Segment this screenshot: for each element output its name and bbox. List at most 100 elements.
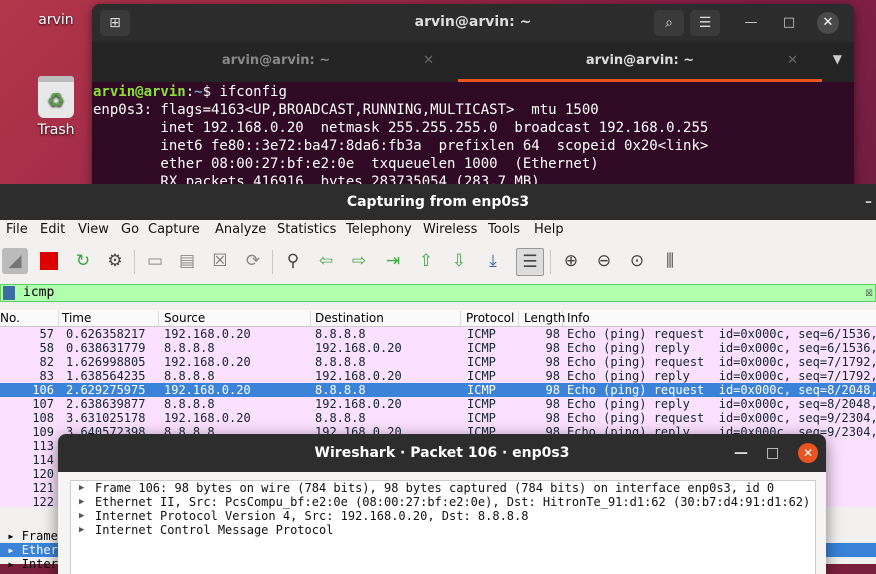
terminal-output[interactable]: arvin@arvin:~$ ifconfig enp0s3: flags=41… bbox=[92, 82, 854, 191]
packet-row[interactable]: 83 1.638564235 8.8.8.8 192.168.0.20 ICMP 98 Ec… bbox=[0, 369, 876, 383]
last-packet-icon[interactable]: ⇩ bbox=[446, 248, 472, 274]
expand-arrow-icon[interactable]: ▶ bbox=[79, 481, 84, 495]
column-info[interactable]: Info bbox=[567, 311, 867, 326]
tab-close-icon[interactable]: ✕ bbox=[423, 42, 434, 80]
close-icon[interactable]: ✕ bbox=[817, 12, 839, 34]
packet-row[interactable]: 82 1.626998805 192.168.0.20 8.8.8.8 ICMP 98 Ec… bbox=[0, 355, 876, 369]
packet-row[interactable]: 57 0.626358217 192.168.0.20 8.8.8.8 ICMP 98 Ec… bbox=[0, 327, 876, 341]
menu-file[interactable]: File bbox=[6, 222, 28, 237]
menu-bar: File Edit View Go Capture Analyze Statis… bbox=[0, 220, 876, 242]
menu-analyze[interactable]: Analyze bbox=[215, 222, 266, 237]
go-back-arrow-icon[interactable]: ⇦ bbox=[313, 248, 339, 274]
go-to-packet-icon[interactable]: ⇥ bbox=[380, 248, 406, 274]
column-time[interactable]: Time bbox=[62, 311, 159, 326]
packet-no: 109 bbox=[32, 425, 54, 439]
home-folder-icon[interactable]: arvin bbox=[16, 12, 96, 28]
terminal-titlebar: ⊞ arvin@arvin: ~ ⌕ ☰ — □ ✕ bbox=[92, 4, 854, 42]
menu-capture[interactable]: Capture bbox=[148, 222, 200, 237]
display-filter-bar[interactable]: icmp ☒ bbox=[0, 284, 876, 302]
colorize-list-icon[interactable]: ☰ bbox=[516, 248, 544, 276]
menu-telephony[interactable]: Telephony bbox=[346, 222, 412, 237]
tree-row-ethernet[interactable]: ▶ Ethernet II, Src: PcsCompu_bf:e2:0e (08… bbox=[71, 495, 815, 509]
save-file-icon[interactable]: ▤ bbox=[174, 248, 200, 274]
minimize-icon[interactable]: – bbox=[865, 184, 872, 220]
column-source[interactable]: Source bbox=[164, 311, 311, 326]
terminal-tab-1[interactable]: arvin@arvin: ~ ✕ bbox=[94, 42, 458, 80]
packet-dialog[interactable]: Wireshark · Packet 106 · enp0s3 — □ ✕ ▶ F… bbox=[58, 434, 826, 574]
maximize-icon[interactable]: □ bbox=[766, 434, 779, 472]
packet-row[interactable]: 107 2.638639877 8.8.8.8 192.168.0.20 ICMP 98 E… bbox=[0, 397, 876, 411]
terminal-tab-2[interactable]: arvin@arvin: ~ ✕ bbox=[458, 42, 822, 82]
packet-detail-tree[interactable]: ▶ Frame 106: 98 bytes on wire (784 bits),… bbox=[70, 480, 816, 574]
zoom-in-icon[interactable]: ⊕ bbox=[558, 248, 584, 274]
packet-len: 98 bbox=[545, 383, 560, 397]
terminal-window[interactable]: ⊞ arvin@arvin: ~ ⌕ ☰ — □ ✕ arvin@arvin: … bbox=[92, 4, 854, 204]
column-no[interactable]: No. bbox=[0, 311, 59, 326]
detail-row[interactable]: ▸ Inter bbox=[0, 557, 58, 571]
reload-file-icon[interactable]: ⟳ bbox=[240, 248, 266, 274]
packet-row[interactable]: 58 0.638631779 8.8.8.8 192.168.0.20 ICMP 98 Ec… bbox=[0, 341, 876, 355]
menu-edit[interactable]: Edit bbox=[40, 222, 65, 237]
detail-row[interactable]: ▸ Frame bbox=[0, 529, 58, 543]
packet-info: Echo (ping) reply id=0x000c, seq=7/1792, bbox=[567, 369, 876, 383]
packet-proto: ICMP bbox=[467, 411, 496, 425]
menu-help[interactable]: Help bbox=[534, 222, 564, 237]
menu-wireless[interactable]: Wireless bbox=[423, 222, 477, 237]
close-icon[interactable]: ✕ bbox=[798, 443, 818, 463]
normal-size-icon[interactable]: ⊙ bbox=[624, 248, 650, 274]
column-length[interactable]: Length bbox=[524, 311, 565, 326]
capture-options-gear-icon[interactable]: ⚙ bbox=[102, 248, 128, 274]
expand-arrow-icon[interactable]: ▶ bbox=[79, 509, 84, 523]
clear-filter-icon[interactable]: ☒ bbox=[865, 285, 873, 301]
autoscroll-icon[interactable]: ⤓ bbox=[480, 248, 506, 274]
packet-dst: 8.8.8.8 bbox=[315, 327, 366, 341]
zoom-out-icon[interactable]: ⊖ bbox=[591, 248, 617, 274]
expand-arrow-icon[interactable]: ▶ bbox=[79, 523, 84, 537]
tree-row-text: Internet Control Message Protocol bbox=[95, 523, 334, 537]
packet-proto: ICMP bbox=[467, 355, 496, 369]
tab-close-icon[interactable]: ✕ bbox=[787, 42, 798, 80]
display-filter-input[interactable]: icmp bbox=[23, 285, 54, 301]
menu-tools[interactable]: Tools bbox=[488, 222, 520, 237]
wireshark-titlebar: Capturing from enp0s3 – bbox=[0, 184, 876, 220]
packet-time: 1.626998805 bbox=[66, 355, 146, 369]
first-packet-icon[interactable]: ⇧ bbox=[413, 248, 439, 274]
restart-capture-icon[interactable]: ↻ bbox=[70, 248, 96, 274]
menu-statistics[interactable]: Statistics bbox=[277, 222, 336, 237]
tab-list-chevron-down-icon[interactable]: ▼ bbox=[833, 52, 842, 66]
open-file-icon[interactable]: ▭ bbox=[142, 248, 168, 274]
packet-info: Echo (ping) request id=0x000c, seq=9/230… bbox=[567, 411, 876, 425]
packet-proto: ICMP bbox=[467, 383, 496, 397]
packet-src: 192.168.0.20 bbox=[164, 383, 251, 397]
find-packet-search-icon[interactable]: ⚲ bbox=[280, 248, 306, 274]
bookmark-icon[interactable] bbox=[3, 286, 15, 300]
tree-row-icmp[interactable]: ▶ Internet Control Message Protocol bbox=[71, 523, 815, 537]
packet-row[interactable]: 108 3.631025178 192.168.0.20 8.8.8.8 ICMP 98 E… bbox=[0, 411, 876, 425]
column-protocol[interactable]: Protocol bbox=[466, 311, 519, 326]
resize-columns-icon[interactable]: ⫼ bbox=[657, 248, 683, 274]
menu-go[interactable]: Go bbox=[121, 222, 139, 237]
expand-arrow-icon[interactable]: ▶ bbox=[79, 495, 84, 509]
column-destination[interactable]: Destination bbox=[315, 311, 461, 326]
packet-no: 114 bbox=[32, 453, 54, 467]
tree-row-frame[interactable]: ▶ Frame 106: 98 bytes on wire (784 bits),… bbox=[71, 481, 815, 495]
minimize-icon[interactable]: — bbox=[740, 12, 762, 34]
packet-no: 58 bbox=[39, 341, 54, 355]
menu-view[interactable]: View bbox=[78, 222, 109, 237]
maximize-icon[interactable]: □ bbox=[778, 12, 800, 34]
prompt-separator: : bbox=[185, 84, 195, 100]
tree-row-ipv4[interactable]: ▶ Internet Protocol Version 4, Src: 192.1… bbox=[71, 509, 815, 523]
close-file-icon[interactable]: ☒ bbox=[207, 248, 233, 274]
search-icon[interactable]: ⌕ bbox=[654, 10, 684, 36]
output-line: ether 08:00:27:bf:e2:0e txqueuelen 1000 … bbox=[93, 156, 599, 172]
start-capture-shark-fin-icon[interactable]: ◢ bbox=[2, 248, 28, 274]
trash-icon[interactable]: ♻ Trash bbox=[16, 76, 96, 138]
output-line: inet6 fe80::3e72:ba47:8da6:fb3a prefixle… bbox=[93, 138, 709, 154]
stop-capture-icon[interactable] bbox=[36, 248, 62, 274]
packet-len: 98 bbox=[545, 341, 560, 355]
packet-row-selected[interactable]: 106 2.629275975 192.168.0.20 8.8.8.8 ICMP 98 E… bbox=[0, 383, 876, 397]
go-forward-arrow-icon[interactable]: ⇨ bbox=[346, 248, 372, 274]
packet-proto: ICMP bbox=[467, 369, 496, 383]
hamburger-menu-icon[interactable]: ☰ bbox=[690, 10, 720, 36]
minimize-icon[interactable]: — bbox=[734, 434, 748, 472]
